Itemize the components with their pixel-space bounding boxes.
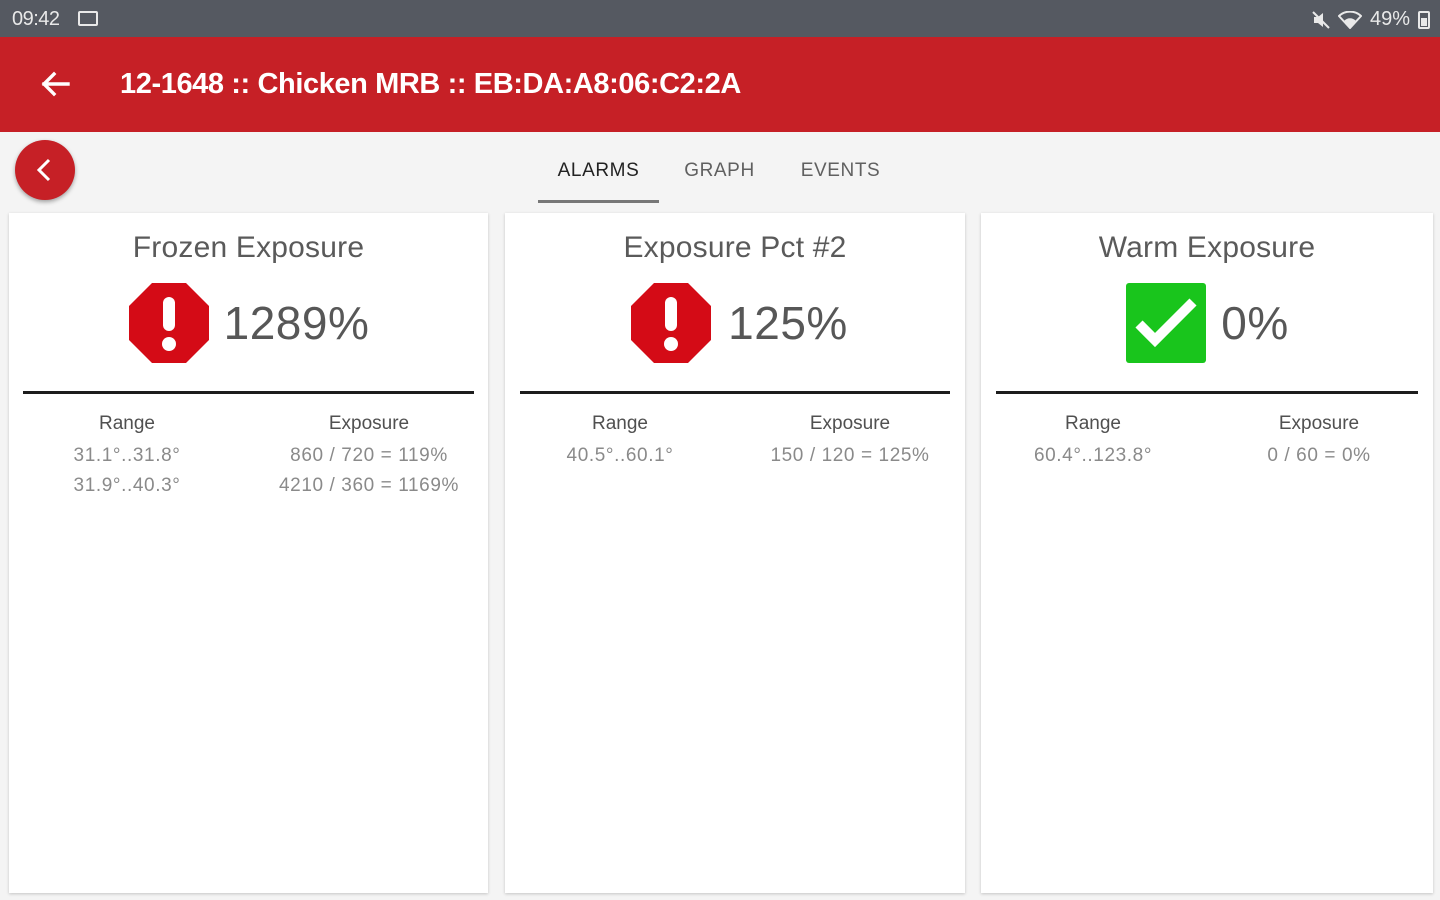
exposure-value: 125%	[728, 297, 848, 349]
range-header: Range	[99, 413, 155, 434]
alarm-octagon-icon	[631, 283, 712, 363]
wifi-icon	[1337, 10, 1362, 29]
exposure-value: 0%	[1221, 297, 1289, 349]
system-status-bar: 09:42 49%	[0, 0, 1440, 37]
range-header: Range	[1065, 413, 1121, 434]
range-cell: 40.5°..60.1°	[566, 445, 674, 466]
alarm-card-exposure-pct-2: Exposure Pct #2 125% Range Exposure 40.5…	[505, 213, 965, 893]
range-header: Range	[592, 413, 648, 434]
exposure-header: Exposure	[1278, 413, 1360, 434]
divider	[996, 391, 1418, 394]
exposure-cell: 150 / 120 = 125%	[770, 445, 930, 466]
exposure-cell: 4210 / 360 = 1169%	[278, 475, 459, 496]
alarm-card-warm-exposure: Warm Exposure 0% Range Exposure 60.4°..1…	[981, 213, 1433, 893]
alarm-octagon-icon	[128, 283, 209, 363]
status-row: 0%	[981, 281, 1433, 365]
status-time: 09:42	[12, 8, 60, 30]
battery-icon	[1418, 10, 1430, 29]
exposure-cell: 0 / 60 = 0%	[1267, 445, 1371, 466]
exposure-header: Exposure	[809, 413, 891, 434]
exposure-header: Exposure	[328, 413, 410, 434]
exposure-value: 1289%	[223, 297, 370, 349]
tab-alarms[interactable]: ALARMS	[538, 140, 659, 202]
checkmark-icon	[1126, 283, 1207, 363]
mute-icon	[1312, 10, 1330, 29]
divider	[23, 391, 474, 394]
active-tab-indicator	[538, 200, 659, 203]
battery-percent: 49%	[1369, 8, 1410, 30]
tab-events[interactable]: EVENTS	[780, 140, 901, 202]
range-cell: 31.1°..31.8°	[73, 445, 181, 466]
alarm-card-frozen-exposure: Frozen Exposure 1289% Range Exposure 31.…	[9, 213, 488, 893]
card-title: Warm Exposure	[1098, 231, 1316, 264]
back-arrow-icon[interactable]	[38, 67, 72, 101]
divider	[520, 391, 950, 394]
chevron-left-icon	[36, 158, 51, 182]
tab-bar: ALARMS GRAPH EVENTS	[538, 140, 901, 206]
status-row: 125%	[505, 281, 965, 365]
exposure-cell: 860 / 720 = 119%	[290, 445, 448, 466]
status-row: 1289%	[9, 281, 488, 365]
mail-icon	[78, 11, 98, 26]
previous-device-button[interactable]	[15, 140, 75, 200]
range-cell: 31.9°..40.3°	[73, 475, 181, 496]
card-title: Exposure Pct #2	[623, 231, 847, 264]
tab-graph[interactable]: GRAPH	[659, 140, 780, 202]
page-title: 12-1648 :: Chicken MRB :: EB:DA:A8:06:C2…	[120, 68, 741, 100]
status-icons: 49%	[1312, 8, 1430, 31]
range-cell: 60.4°..123.8°	[1033, 445, 1153, 466]
card-title: Frozen Exposure	[132, 231, 365, 264]
app-bar: 12-1648 :: Chicken MRB :: EB:DA:A8:06:C2…	[0, 37, 1440, 132]
